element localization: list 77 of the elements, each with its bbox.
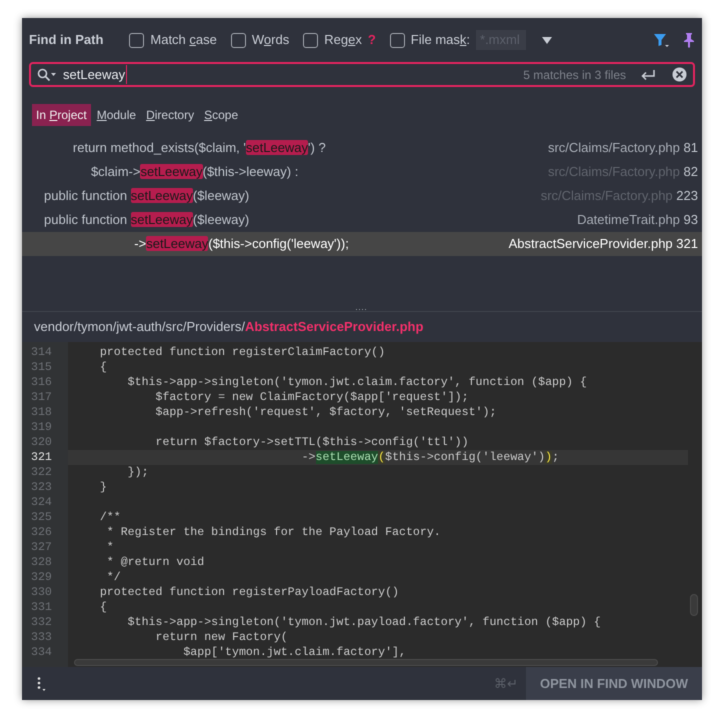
line-number: 326 — [31, 526, 52, 539]
line-number: 321 — [31, 451, 52, 464]
code-line: * — [106, 541, 114, 554]
horizontal-scrollbar[interactable] — [74, 659, 658, 666]
filter-icon[interactable] — [653, 32, 669, 48]
code-line: protected function registerClaimFactory() — [98, 346, 386, 359]
option-label[interactable]: Words — [252, 30, 290, 50]
line-number: 319 — [31, 421, 52, 434]
line-number: 316 — [31, 376, 52, 389]
code-line: } — [98, 481, 107, 494]
code-line: */ — [106, 571, 121, 584]
result-snippet: public function setLeeway($leeway) — [44, 187, 250, 206]
file-path: vendor/tymon/jwt-auth/src/Providers/AbstractServiceProvider.php — [34, 318, 424, 336]
code-line: * @return void — [106, 556, 204, 569]
line-number: 320 — [31, 436, 52, 449]
code-line: $app['tymon.jwt.claim.factory'], — [182, 646, 406, 659]
scope-tab[interactable]: Directory — [142, 104, 198, 126]
line-number: 325 — [31, 511, 52, 524]
code-line: $app->refresh('request', $factory, 'setRequest'); — [154, 406, 496, 419]
search-field[interactable]: setLeeway 5 matches in 3 files — [29, 62, 695, 87]
more-options-icon[interactable] — [36, 676, 46, 692]
line-number: 323 — [31, 481, 52, 494]
code-line: { — [98, 601, 107, 614]
code-line: protected function registerPayloadFactory() — [98, 586, 399, 599]
result-snippet: public function setLeeway($leeway) — [44, 211, 250, 230]
checkbox[interactable] — [129, 32, 144, 48]
result-location: DatetimeTrait.php 93 — [577, 211, 698, 230]
clear-icon[interactable] — [672, 67, 687, 82]
scope-tab[interactable]: Scope — [200, 104, 242, 126]
result-location: AbstractServiceProvider.php 321 — [508, 235, 698, 254]
search-icon[interactable] — [37, 68, 57, 82]
code-line: * Register the bindings for the Payload Factory. — [106, 526, 441, 539]
dropdown-icon[interactable] — [542, 36, 552, 44]
line-number: 315 — [31, 361, 52, 374]
line-number: 332 — [31, 616, 52, 629]
search-value: setLeeway — [63, 64, 128, 84]
shortcut-hint: ⌘↵ — [494, 674, 518, 693]
result-snippet: return method_exists($claim, 'setLeeway') ? — [72, 139, 326, 158]
code-line: $factory = new ClaimFactory($app['request']); — [154, 391, 469, 404]
code-line: { — [98, 361, 107, 374]
code-line: return $factory->setTTL($this->config('ttl')) — [154, 436, 469, 449]
line-number: 331 — [31, 601, 52, 614]
line-number: 333 — [31, 631, 52, 644]
checkbox[interactable] — [230, 32, 246, 48]
result-row[interactable]: return method_exists($claim, 'setLeeway') ? src/Claims/Factory.php 81 — [22, 136, 702, 160]
line-number: 334 — [31, 646, 52, 659]
line-number: 328 — [31, 556, 52, 569]
match-summary: 5 matches in 3 files — [523, 66, 626, 84]
dialog-title: Find in Path — [29, 31, 104, 50]
code-line: /** — [98, 511, 121, 524]
enter-icon[interactable] — [640, 68, 656, 80]
scope-tab[interactable]: Module — [92, 104, 140, 126]
code-line: $this->app->singleton('tymon.jwt.payload.factory', function ($app) { — [126, 616, 601, 629]
line-number: 330 — [31, 586, 52, 599]
pin-icon[interactable] — [683, 32, 695, 48]
result-location: src/Claims/Factory.php 81 — [548, 139, 698, 158]
line-number: 318 — [31, 406, 52, 419]
option-label[interactable]: File mask: — [410, 30, 470, 50]
option-label[interactable]: Match case — [150, 30, 217, 50]
code-line: ->setLeeway($this->config('leeway')); — [300, 451, 560, 464]
open-in-find-window-button[interactable]: OPEN IN FIND WINDOW — [526, 667, 702, 700]
vertical-scrollbar[interactable] — [690, 594, 698, 616]
line-number: 314 — [31, 346, 52, 359]
code-line: return new Factory( — [154, 631, 288, 644]
scope-tab[interactable]: In Project — [32, 104, 91, 126]
checkbox[interactable] — [390, 32, 405, 48]
code-line: }); — [126, 466, 149, 479]
line-number: 324 — [31, 496, 52, 509]
result-snippet: $claim->setLeeway($this->leeway) : — [90, 163, 298, 182]
line-number: 322 — [31, 466, 52, 479]
line-number: 329 — [31, 571, 52, 584]
line-number: 317 — [31, 391, 52, 404]
option-label[interactable]: Regex — [324, 30, 362, 50]
result-row[interactable]: public function setLeeway($leeway) DatetimeTrait.php 93 — [22, 208, 702, 232]
code-line: $this->app->singleton('tymon.jwt.claim.factory', function ($app) { — [126, 376, 587, 389]
line-number: 327 — [31, 541, 52, 554]
checkbox[interactable] — [303, 32, 318, 48]
